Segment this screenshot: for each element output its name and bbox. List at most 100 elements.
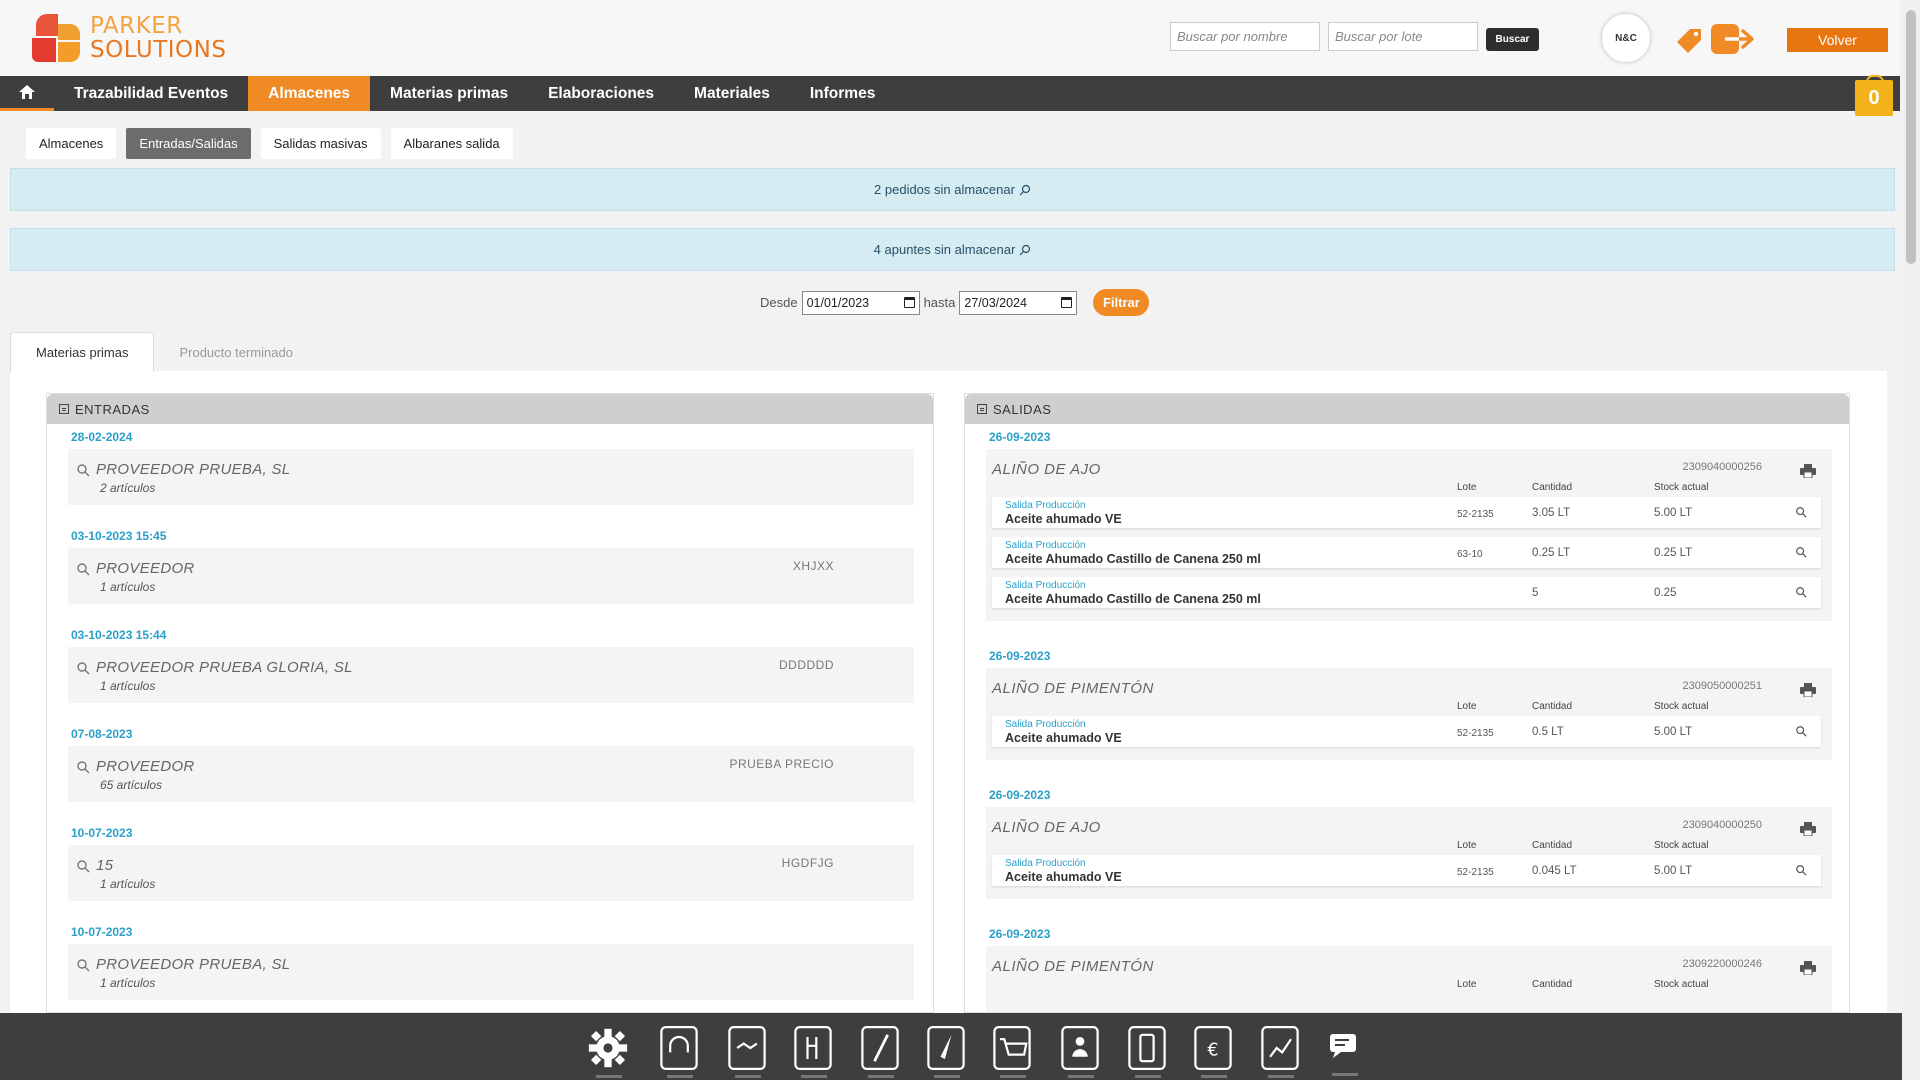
nav-informes[interactable]: Informes xyxy=(790,76,895,111)
cart-badge[interactable]: 0 xyxy=(1855,75,1893,116)
article-count: 1 artículos xyxy=(100,877,156,891)
print-icon[interactable] xyxy=(1800,822,1816,836)
calendar-icon[interactable] xyxy=(903,297,915,308)
to-label: hasta xyxy=(923,295,956,310)
column-header-stock: Stock actual xyxy=(1654,482,1709,493)
print-icon[interactable] xyxy=(1800,961,1816,975)
tab-producto-terminado[interactable]: Producto terminado xyxy=(154,332,317,372)
chart-icon[interactable] xyxy=(1259,1026,1301,1078)
column-header-lote: Lote xyxy=(1457,701,1477,712)
marker-icon[interactable] xyxy=(925,1026,967,1078)
nav-materias-primas[interactable]: Materias primas xyxy=(370,76,528,111)
product-name: ALIÑO DE PIMENTÓN xyxy=(992,680,1154,697)
print-icon[interactable] xyxy=(1800,464,1816,478)
nav-almacenes[interactable]: Almacenes xyxy=(248,76,371,111)
search-icon[interactable] xyxy=(76,661,90,675)
entry-item[interactable]: PROVEEDOR PRUEBA, SL 2 artículos xyxy=(68,449,914,505)
phone-icon[interactable] xyxy=(1126,1026,1168,1078)
subtab-entradas-salidas[interactable]: Entradas/Salidas xyxy=(126,128,251,159)
brand-line1: PARKER xyxy=(90,13,183,39)
search-icon[interactable] xyxy=(76,859,90,873)
print-icon[interactable] xyxy=(1800,683,1816,697)
search-icon[interactable] xyxy=(76,463,90,477)
column-header-stock: Stock actual xyxy=(1654,701,1709,712)
search-icon[interactable] xyxy=(76,562,90,576)
batch-code: 2309050000251 xyxy=(1682,680,1762,692)
home-icon[interactable] xyxy=(0,76,54,111)
entry-reference: XHJXX xyxy=(792,559,834,573)
nav-materiales[interactable]: Materiales xyxy=(674,76,790,111)
fork-knife-icon[interactable] xyxy=(792,1026,834,1078)
search-icon[interactable] xyxy=(1795,725,1807,737)
filter-button[interactable]: Filtrar xyxy=(1093,289,1150,316)
back-button[interactable]: Volver xyxy=(1787,28,1888,52)
entry-item[interactable]: PROVEEDOR PRUEBA GLORIA, SL 1 artículos DD… xyxy=(68,647,914,703)
brand-logo[interactable]: PARKER SOLUTIONS xyxy=(32,14,226,62)
exit-date: 26-09-2023 xyxy=(989,649,1051,663)
article-name: Aceite ahumado VE xyxy=(1005,731,1122,745)
pending-orders-text: 2 pedidos sin almacenar xyxy=(874,182,1015,197)
column-header-cantidad: Cantidad xyxy=(1532,979,1573,990)
entry-date: 28-02-2024 xyxy=(71,430,133,444)
exit-row[interactable]: Salida Producción Aceite ahumado VE 52-213… xyxy=(992,716,1821,747)
euro-icon[interactable]: € xyxy=(1192,1026,1234,1078)
search-lote-input[interactable]: Buscar por lote xyxy=(1328,22,1478,51)
tag-icon[interactable] xyxy=(1676,26,1704,54)
entradas-header[interactable]: ENTRADAS xyxy=(47,394,933,424)
tab-materias-primas[interactable]: Materias primas xyxy=(10,332,155,372)
from-date-value: 01/01/2023 xyxy=(806,295,870,310)
salidas-header[interactable]: SALIDAS xyxy=(965,394,1849,424)
logo-mark-icon xyxy=(32,14,80,62)
search-name-input[interactable]: Buscar por nombre xyxy=(1170,22,1320,51)
collapse-icon[interactable] xyxy=(59,404,69,414)
search-icon[interactable] xyxy=(1795,546,1807,558)
column-header-stock: Stock actual xyxy=(1654,979,1709,990)
subtab-almacenes[interactable]: Almacenes xyxy=(26,128,117,159)
search-icon[interactable] xyxy=(1795,586,1807,598)
exit-kind: Salida Producción xyxy=(1005,540,1086,551)
search-icon[interactable] xyxy=(76,760,90,774)
gear-icon[interactable] xyxy=(587,1027,629,1078)
pending-entries-alert[interactable]: 4 apuntes sin almacenar xyxy=(10,228,1895,271)
contacts-icon[interactable] xyxy=(1059,1026,1101,1078)
quantity-value: 0.25 LT xyxy=(1532,547,1571,559)
column-header-lote: Lote xyxy=(1457,840,1477,851)
search-icon[interactable] xyxy=(1795,864,1807,876)
scrollbar-thumb[interactable] xyxy=(1906,10,1916,264)
calendar-icon[interactable] xyxy=(1061,297,1073,308)
search-button[interactable]: Buscar xyxy=(1486,28,1539,51)
entry-item[interactable]: PROVEEDOR 65 artículos PRUEBA PRECIO xyxy=(68,746,914,802)
entry-date: 07-08-2023 xyxy=(71,727,133,741)
article-name: Aceite ahumado VE xyxy=(1005,512,1122,526)
to-date-input[interactable]: 27/03/2024 xyxy=(959,290,1078,315)
subtab-salidas-masivas[interactable]: Salidas masivas xyxy=(260,128,381,159)
subtab-albaranes-salida[interactable]: Albaranes salida xyxy=(390,128,513,159)
nav-trazabilidad[interactable]: Trazabilidad Eventos xyxy=(54,76,248,111)
exit-row[interactable]: Salida Producción Aceite Ahumado Castillo… xyxy=(992,577,1821,608)
from-date-input[interactable]: 01/01/2023 xyxy=(801,290,920,315)
entry-item[interactable]: 15 1 artículos HGDFJG xyxy=(68,845,914,901)
cart-icon[interactable] xyxy=(991,1026,1033,1078)
entry-item[interactable]: PROVEEDOR 1 artículos XHJXX xyxy=(68,548,914,604)
message-icon[interactable] xyxy=(1323,1025,1365,1076)
pending-orders-alert[interactable]: 2 pedidos sin almacenar xyxy=(10,168,1895,211)
entry-item[interactable]: PROVEEDOR PRUEBA, SL 1 artículos xyxy=(68,944,914,1000)
headset-icon[interactable] xyxy=(658,1026,700,1078)
supplier-name: PROVEEDOR PRUEBA GLORIA, SL xyxy=(96,659,353,676)
logout-icon[interactable] xyxy=(1711,22,1757,56)
search-icon[interactable] xyxy=(76,958,90,972)
exit-date: 26-09-2023 xyxy=(989,788,1051,802)
nav-elaboraciones[interactable]: Elaboraciones xyxy=(528,76,674,111)
collapse-icon[interactable] xyxy=(977,404,987,414)
exit-row[interactable]: Salida Producción Aceite Ahumado Castillo… xyxy=(992,537,1821,568)
pen-icon[interactable] xyxy=(859,1026,901,1078)
search-icon[interactable] xyxy=(1795,506,1807,518)
scrollbar[interactable] xyxy=(1902,0,1920,1080)
exit-row[interactable]: Salida Producción Aceite ahumado VE 52-213… xyxy=(992,497,1821,528)
article-name: Aceite Ahumado Castillo de Canena 250 ml xyxy=(1005,592,1261,606)
avatar[interactable]: N&C xyxy=(1601,13,1651,63)
entradas-title: ENTRADAS xyxy=(75,401,150,417)
brand-line2: SOLUTIONS xyxy=(90,37,227,63)
exit-row[interactable]: Salida Producción Aceite ahumado VE 52-213… xyxy=(992,855,1821,886)
handshake-icon[interactable] xyxy=(726,1026,768,1078)
